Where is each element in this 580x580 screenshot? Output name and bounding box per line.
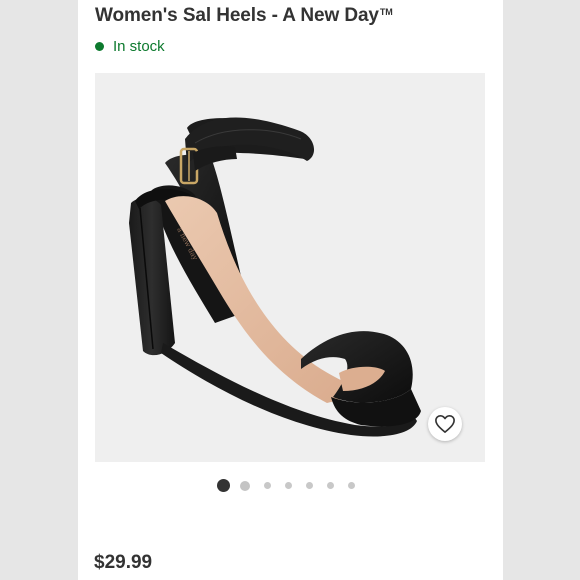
product-page: Women's Sal Heels - A New DayTM In stock bbox=[78, 0, 503, 580]
right-background-margin bbox=[503, 0, 580, 580]
stock-status-text: In stock bbox=[113, 38, 165, 55]
carousel-dot-1[interactable] bbox=[217, 479, 230, 492]
trademark-mark: TM bbox=[379, 7, 393, 17]
product-image[interactable]: a new day bbox=[95, 73, 485, 462]
carousel-dot-5[interactable] bbox=[306, 482, 313, 489]
carousel-dots bbox=[217, 479, 355, 492]
carousel-dot-2[interactable] bbox=[240, 480, 250, 491]
shoe-image: a new day bbox=[129, 117, 421, 437]
carousel-dot-6[interactable] bbox=[327, 482, 334, 489]
product-price: $29.99 bbox=[94, 552, 153, 573]
product-title: Women's Sal Heels - A New DayTM bbox=[95, 5, 393, 27]
favorite-button[interactable] bbox=[428, 407, 462, 441]
carousel-dot-7[interactable] bbox=[348, 482, 355, 489]
carousel-dot-3[interactable] bbox=[264, 482, 271, 489]
heart-outline-icon bbox=[435, 415, 455, 433]
carousel-dot-4[interactable] bbox=[285, 482, 292, 489]
product-title-text: Women's Sal Heels - A New Day bbox=[95, 5, 379, 26]
green-dot-icon bbox=[95, 42, 104, 51]
stock-status: In stock bbox=[95, 38, 165, 55]
left-background-margin bbox=[0, 0, 78, 580]
